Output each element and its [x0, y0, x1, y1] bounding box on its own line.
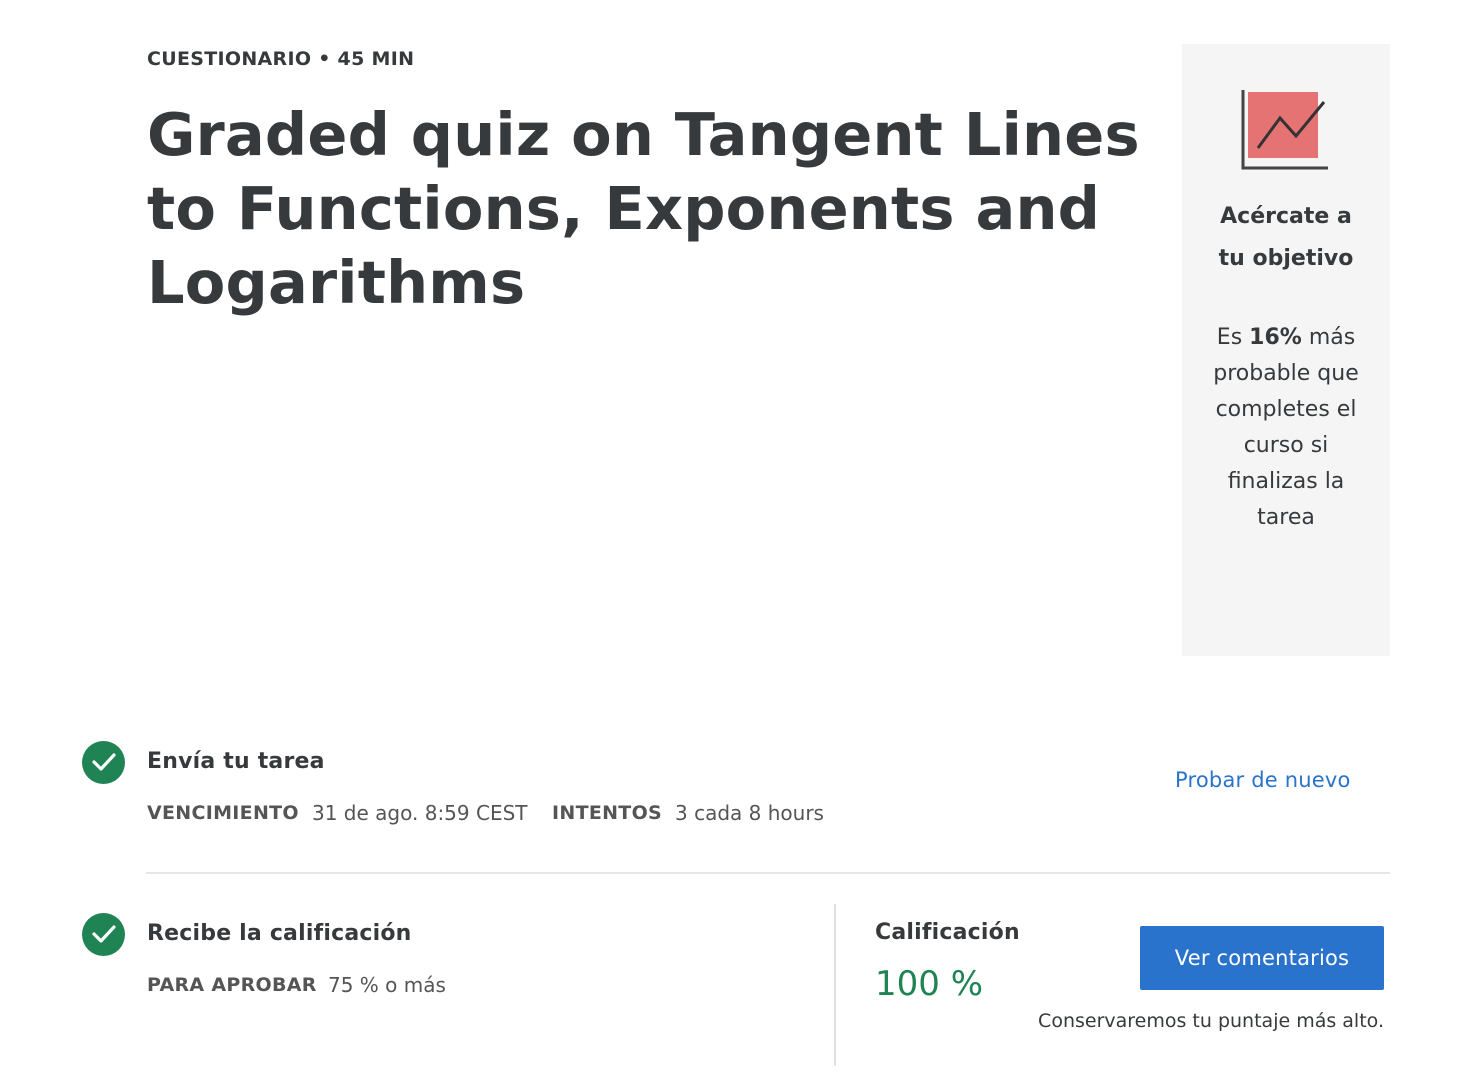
- section-divider: [146, 872, 1390, 874]
- grade-value: 100 %: [875, 964, 984, 1004]
- pass-label: PARA APROBAR: [147, 974, 317, 996]
- trending-chart-icon: [1240, 88, 1330, 172]
- view-feedback-button[interactable]: Ver comentarios: [1140, 926, 1384, 990]
- grade-column-divider: [834, 904, 836, 1066]
- goal-text-prefix: Es: [1216, 325, 1250, 350]
- goal-heading: Acércate a tu objetivo: [1218, 204, 1354, 271]
- submit-section-title: Envía tu tarea: [147, 749, 325, 774]
- grade-label: Calificación: [875, 920, 1020, 945]
- grade-complete-check-icon: [82, 913, 125, 956]
- try-again-link[interactable]: Probar de nuevo: [1175, 768, 1351, 792]
- submit-complete-check-icon: [82, 741, 125, 784]
- goal-text: Es 16% más probable que completes el cur…: [1182, 320, 1390, 536]
- grade-section-title: Recibe la calificación: [147, 921, 412, 946]
- attempts-label: INTENTOS: [552, 802, 663, 824]
- goal-text-suffix: más probable que completes el curso si f…: [1213, 325, 1359, 530]
- pass-value: 75 % o más: [328, 973, 446, 997]
- due-label: VENCIMIENTO: [147, 802, 299, 824]
- goal-percentage: 16%: [1249, 325, 1302, 350]
- page-title: Graded quiz on Tangent Lines to Function…: [147, 100, 1140, 317]
- due-value: 31 de ago. 8:59 CEST: [312, 801, 528, 825]
- attempts-value: 3 cada 8 hours: [675, 801, 824, 825]
- item-type-eyebrow: CUESTIONARIO • 45 MIN: [147, 48, 415, 70]
- goal-card: Acércate a tu objetivo Es 16% más probab…: [1182, 44, 1390, 656]
- keep-highest-score-note: Conservaremos tu puntaje más alto.: [1038, 1010, 1384, 1032]
- quiz-page: CUESTIONARIO • 45 MIN Graded quiz on Tan…: [0, 0, 1462, 1078]
